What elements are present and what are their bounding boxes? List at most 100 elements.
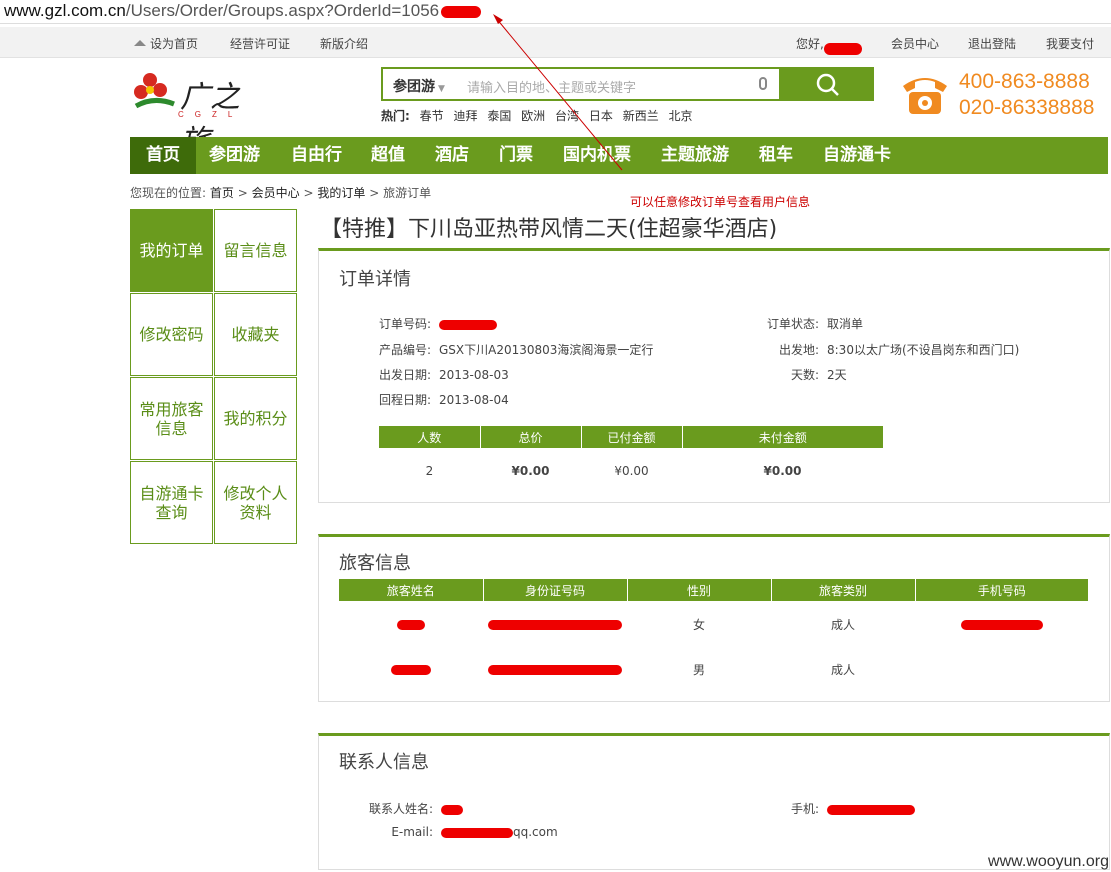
address-bar[interactable]: www.gzl.com.cn/Users/Order/Groups.aspx?O… (0, 0, 1111, 24)
breadcrumb-member-center[interactable]: 会员中心 (252, 186, 300, 200)
redaction-mark (441, 804, 463, 815)
hot-destinations: 热门: 春节 迪拜 泰国 欧洲 台湾 日本 新西兰 北京 (381, 107, 693, 124)
microphone-icon[interactable] (759, 77, 767, 90)
nav-item-deals[interactable]: 超值 (371, 137, 405, 174)
departure-place-label: 出发地: (778, 343, 819, 357)
table-cell (339, 601, 483, 647)
sidebar-item-points[interactable]: 我的积分 (214, 377, 297, 460)
contact-info-panel: 联系人信息 联系人姓名: 手机: E-mail: qq.com (318, 733, 1110, 870)
contact-mobile-field: 手机: (739, 800, 915, 817)
table-cell (483, 601, 627, 647)
nav-item-travel-card[interactable]: 自游通卡 (823, 137, 891, 174)
search-icon (816, 73, 839, 96)
sidebar-item-change-password[interactable]: 修改密码 (130, 293, 213, 376)
url-path: /Users/Order/Groups.aspx?OrderId=1056 (125, 1, 440, 20)
set-home-label: 设为首页 (150, 37, 199, 51)
contact-name-label: 联系人姓名: (368, 802, 433, 816)
top-utility-bar: 设为首页 经营许可证 新版介绍 您好, 会员中心 退出登陆 我要支付 (0, 27, 1111, 58)
return-date-value: 2013-08-04 (439, 393, 509, 407)
nav-item-domestic-flights[interactable]: 国内机票 (563, 137, 631, 174)
breadcrumb-my-orders[interactable]: 我的订单 (317, 186, 365, 200)
hot-item[interactable]: 春节 (420, 109, 444, 123)
search-input[interactable]: 请输入目的地、主题或关键字 (467, 77, 636, 96)
table-header: 手机号码 (915, 579, 1088, 601)
product-number-field: 产品编号: GSX下川A20130803海滨阁海景一定行 (359, 341, 653, 358)
table-header: 身份证号码 (483, 579, 628, 601)
breadcrumb-home[interactable]: 首页 (210, 186, 234, 200)
traveler-info-panel: 旅客信息 旅客姓名 身份证号码 性别 旅客类别 手机号码 女 成人 男 成人 (318, 534, 1110, 702)
redaction-mark (823, 43, 862, 55)
nav-item-theme-travel[interactable]: 主题旅游 (661, 137, 729, 174)
traveler-info-heading: 旅客信息 (339, 553, 411, 574)
nav-item-group-tour[interactable]: 参团游 (209, 137, 260, 174)
table-cell: 成人 (830, 617, 855, 632)
nav-item-home[interactable]: 首页 (130, 137, 196, 174)
greeting-text: 您好, (796, 37, 824, 51)
member-center-link[interactable]: 会员中心 (891, 35, 939, 52)
days-field: 天数: 2天 (739, 366, 847, 383)
hot-item[interactable]: 欧洲 (521, 109, 545, 123)
hot-item[interactable]: 迪拜 (453, 109, 477, 123)
search-box: 参团游 ▼ 请输入目的地、主题或关键字 (381, 67, 781, 101)
pay-link[interactable]: 我要支付 (1046, 35, 1094, 52)
new-version-link[interactable]: 新版介绍 (320, 35, 368, 52)
sidebar-item-frequent-travelers[interactable]: 常用旅客信息 (130, 377, 213, 460)
sidebar-item-card-query[interactable]: 自游通卡查询 (130, 461, 213, 544)
redaction-mark (960, 619, 1043, 630)
redaction-mark (441, 827, 513, 838)
sidebar-item-edit-profile[interactable]: 修改个人资料 (214, 461, 297, 544)
sidebar-item-messages[interactable]: 留言信息 (214, 209, 297, 292)
home-icon (134, 40, 146, 46)
breadcrumb: 您现在的位置: 首页 > 会员中心 > 我的订单 > 旅游订单 (130, 184, 431, 201)
product-number-value: GSX下川A20130803海滨阁海景一定行 (439, 343, 654, 357)
hot-item[interactable]: 泰国 (487, 109, 511, 123)
nav-item-tickets[interactable]: 门票 (499, 137, 533, 174)
set-home-link[interactable]: 设为首页 (134, 35, 198, 52)
table-cell (915, 601, 1088, 647)
order-status-label: 订单状态: (766, 317, 819, 331)
contact-email-suffix: qq.com (513, 825, 558, 839)
url-text[interactable]: www.gzl.com.cn/Users/Order/Groups.aspx?O… (4, 1, 482, 21)
table-header: 未付金额 (682, 426, 883, 448)
table-cell (339, 647, 483, 691)
return-date-label: 回程日期: (378, 393, 431, 407)
redaction-mark (488, 619, 622, 630)
breadcrumb-separator: > (237, 186, 248, 200)
hot-item[interactable]: 台湾 (555, 109, 579, 123)
hot-item[interactable]: 日本 (589, 109, 613, 123)
hot-item[interactable]: 北京 (669, 109, 693, 123)
hot-item[interactable]: 新西兰 (623, 109, 659, 123)
contact-info-heading: 联系人信息 (339, 752, 429, 773)
sidebar-item-my-orders[interactable]: 我的订单 (130, 209, 213, 292)
table-header: 总价 (480, 426, 582, 448)
license-link[interactable]: 经营许可证 (230, 35, 290, 52)
table-row: 女 成人 (339, 601, 1088, 647)
hot-label: 热门: (381, 109, 410, 123)
days-label: 天数: (790, 368, 819, 382)
table-header: 人数 (379, 426, 481, 448)
table-cell (915, 647, 1088, 691)
nav-item-free-travel[interactable]: 自由行 (291, 137, 342, 174)
table-header: 性别 (627, 579, 772, 601)
nav-item-hotel[interactable]: 酒店 (435, 137, 469, 174)
order-number-label: 订单号码: (378, 317, 431, 331)
contact-name-field: 联系人姓名: (349, 800, 463, 817)
departure-place-field: 出发地: 8:30以太广场(不设昌岗东和西门口) (739, 341, 1019, 358)
logout-link[interactable]: 退出登陆 (968, 35, 1016, 52)
redaction-mark (439, 319, 497, 330)
order-details-panel: 订单详情 订单号码: 订单状态: 取消单 产品编号: GSX下川A20130803海… (318, 248, 1110, 503)
search-category-dropdown[interactable]: 参团游 ▼ (393, 76, 445, 96)
order-status-field: 订单状态: 取消单 (739, 315, 863, 332)
annotation-note: 可以任意修改订单号查看用户信息 (630, 195, 811, 209)
nav-item-car-rental[interactable]: 租车 (759, 137, 793, 174)
main-nav: 首页 参团游 自由行 超值 酒店 门票 国内机票 主题旅游 租车 自游通卡 (130, 137, 1108, 174)
search-button[interactable] (781, 67, 874, 101)
table-header: 已付金额 (581, 426, 683, 448)
breadcrumb-separator: > (369, 186, 380, 200)
departure-place-value: 8:30以太广场(不设昌岗东和西门口) (827, 343, 1020, 357)
site-logo[interactable]: 广之旅 CGZL (134, 70, 264, 159)
greeting: 您好, (796, 35, 862, 55)
url-host: www.gzl.com.cn (4, 1, 126, 20)
hotline-number-1: 400-863-8888 (959, 70, 1090, 93)
sidebar-item-favorites[interactable]: 收藏夹 (214, 293, 297, 376)
